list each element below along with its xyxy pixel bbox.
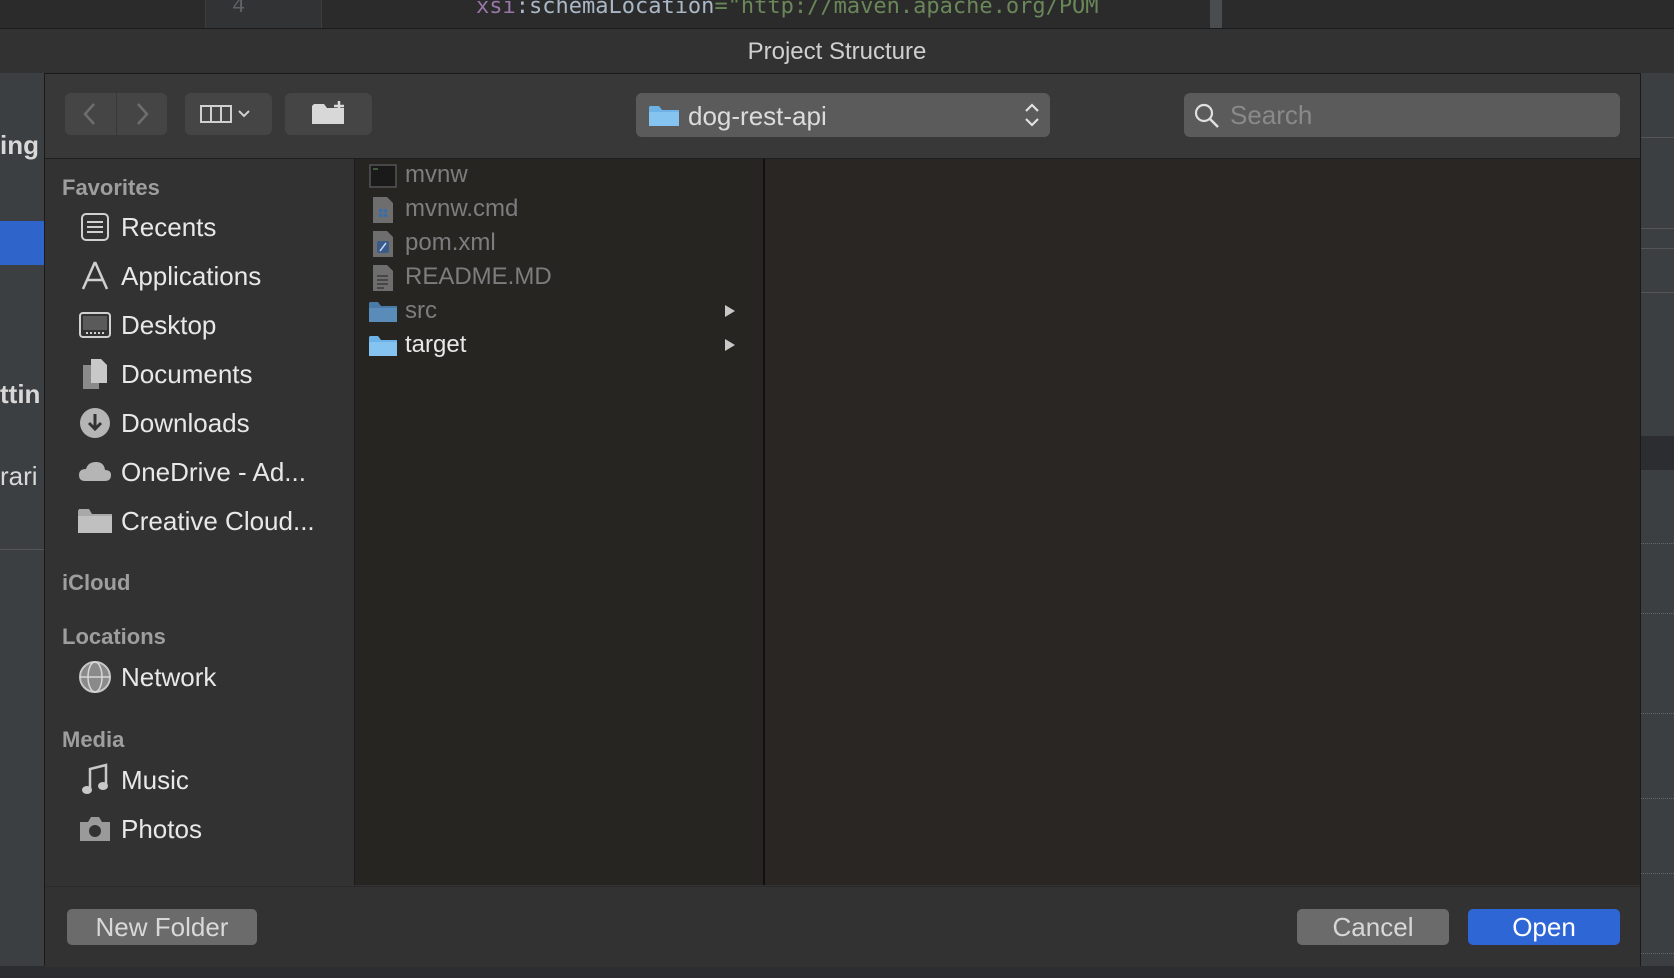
view-mode-button[interactable] <box>185 93 272 135</box>
ide-editor-strip: 4 xsi:schemaLocation="http://maven.apach… <box>0 0 1674 28</box>
dialog-title-bar: Project Structure <box>0 28 1674 74</box>
cloud-icon <box>75 452 115 492</box>
disclosure-arrow-icon <box>725 339 735 351</box>
cancel-button[interactable]: Cancel <box>1297 909 1449 945</box>
xml-file-icon <box>368 229 398 259</box>
dialog-toolbar: dog-rest-api <box>45 74 1640 159</box>
sidebar-item-label: Network <box>121 661 217 692</box>
sidebar-item-recents[interactable]: Recents <box>75 205 345 249</box>
file-row-readme[interactable]: README.MD <box>355 261 763 295</box>
sidebar-item-network[interactable]: Network <box>75 655 345 699</box>
sidebar: Favorites Recents Applications Desktop D… <box>45 159 355 885</box>
new-folder-toolbar-button[interactable] <box>285 93 372 135</box>
folder-icon <box>75 501 115 541</box>
file-column: mvnw mvnw.cmd pom.xml README.MD src targ… <box>355 159 765 885</box>
file-name: README.MD <box>405 263 552 290</box>
disclosure-arrow-icon <box>725 305 735 317</box>
chevron-right-icon <box>136 103 149 125</box>
network-globe-icon <box>75 657 115 697</box>
panel-fragment: ttin <box>0 379 41 409</box>
sidebar-item-label: Downloads <box>121 407 250 438</box>
desktop-icon <box>75 305 115 345</box>
ide-left-panel: ing ttin rari <box>0 73 44 978</box>
panel-fragment: rari <box>0 461 38 491</box>
file-row-src[interactable]: src <box>355 295 763 329</box>
folder-icon <box>368 331 398 361</box>
recents-icon <box>75 207 115 247</box>
sidebar-item-label: Recents <box>121 211 217 242</box>
sidebar-item-desktop[interactable]: Desktop <box>75 303 345 347</box>
preview-column <box>765 159 1640 885</box>
nav-button-group <box>65 93 167 135</box>
sidebar-item-music[interactable]: Music <box>75 758 345 802</box>
window-title: Project Structure <box>747 38 927 65</box>
panel-fragment: ing <box>0 130 39 160</box>
sidebar-item-photos[interactable]: Photos <box>75 807 345 851</box>
file-name: pom.xml <box>405 229 496 256</box>
open-file-dialog: dog-rest-api Favorites Recents <box>44 73 1641 967</box>
new-folder-button[interactable]: New Folder <box>67 909 257 945</box>
ide-right-panel <box>1640 73 1674 978</box>
code-string: "http://maven.apache.org/POM <box>727 0 1099 19</box>
line-number: 4 <box>232 0 246 19</box>
sidebar-item-label: OneDrive - Ad... <box>121 456 306 487</box>
dialog-footer: New Folder Cancel Open <box>45 886 1640 967</box>
sidebar-item-label: Music <box>121 764 189 795</box>
downloads-icon <box>75 403 115 443</box>
open-button[interactable]: Open <box>1468 909 1620 945</box>
column-view-icon <box>199 105 250 123</box>
file-name: target <box>405 331 467 358</box>
search-field[interactable] <box>1184 93 1620 137</box>
locations-heading: Locations <box>62 624 166 649</box>
icloud-heading: iCloud <box>62 570 131 595</box>
code-attr: xsi <box>476 0 516 19</box>
file-row-mvnw[interactable]: mvnw <box>355 159 763 193</box>
media-heading: Media <box>62 727 125 752</box>
sidebar-item-creative-cloud[interactable]: Creative Cloud... <box>75 499 345 543</box>
file-row-pom-xml[interactable]: pom.xml <box>355 227 763 261</box>
chevron-left-icon <box>83 103 96 125</box>
sidebar-item-label: Applications <box>121 260 262 291</box>
camera-icon <box>75 809 115 849</box>
ide-scrollbar[interactable] <box>1210 0 1222 28</box>
panel-divider <box>0 549 44 550</box>
search-icon <box>1194 103 1219 128</box>
folder-icon <box>649 106 679 126</box>
panel-selection <box>0 221 44 265</box>
file-name: mvnw <box>405 161 468 188</box>
code-line: xsi:schemaLocation="http://maven.apache.… <box>476 0 1226 19</box>
music-note-icon <box>75 760 115 800</box>
file-row-target[interactable]: target <box>355 329 763 363</box>
forward-button[interactable] <box>116 93 167 135</box>
path-selector[interactable]: dog-rest-api <box>636 93 1050 137</box>
ide-bottom-strip <box>0 966 1674 978</box>
sidebar-item-label: Documents <box>121 358 253 389</box>
current-path: dog-rest-api <box>688 101 827 131</box>
up-down-chevron-icon <box>1025 103 1039 127</box>
sidebar-item-label: Photos <box>121 813 202 844</box>
documents-icon <box>75 354 115 394</box>
executable-icon <box>368 161 398 191</box>
sidebar-item-label: Creative Cloud... <box>121 505 315 536</box>
file-name: src <box>405 297 437 324</box>
sidebar-item-label: Desktop <box>121 309 217 340</box>
sidebar-item-documents[interactable]: Documents <box>75 352 345 396</box>
folder-plus-icon <box>311 101 344 124</box>
back-button[interactable] <box>65 93 116 135</box>
favorites-heading: Favorites <box>62 175 160 200</box>
file-name: mvnw.cmd <box>405 195 519 222</box>
sidebar-item-downloads[interactable]: Downloads <box>75 401 345 445</box>
code-eq: = <box>714 0 728 19</box>
search-input[interactable] <box>1228 97 1612 133</box>
folder-icon <box>368 297 398 327</box>
applications-icon <box>75 256 115 296</box>
file-row-mvnw-cmd[interactable]: mvnw.cmd <box>355 193 763 227</box>
text-file-icon <box>368 263 398 293</box>
code-sep: :schemaLocation <box>515 0 715 19</box>
sidebar-item-applications[interactable]: Applications <box>75 254 345 298</box>
line-gutter <box>205 0 322 28</box>
sidebar-item-onedrive[interactable]: OneDrive - Ad... <box>75 450 345 494</box>
windows-file-icon <box>368 195 398 225</box>
